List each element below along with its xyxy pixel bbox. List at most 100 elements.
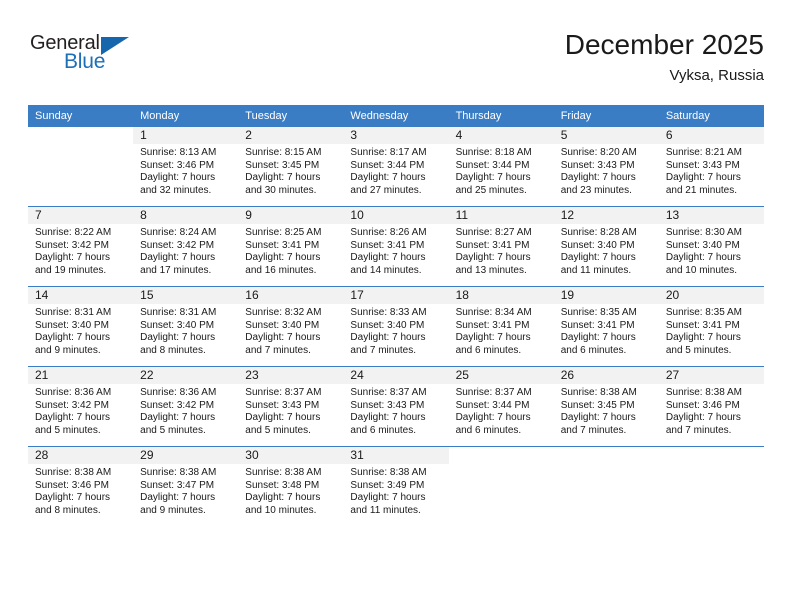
day-detail-daylight-line2: and 17 minutes. (140, 264, 212, 276)
calendar-day-cell[interactable]: 10 Sunrise: 8:26 AM Sunset: 3:41 PM Dayligh… (343, 206, 449, 287)
day-detail-sunset: Sunset: 3:41 PM (665, 319, 740, 331)
day-details: Sunrise: 8:33 AM Sunset: 3:40 PM Daylight:… (343, 304, 448, 357)
calendar-day-cell[interactable]: 28 Sunrise: 8:38 AM Sunset: 3:46 PM Dayligh… (28, 446, 134, 526)
day-number: 5 (553, 127, 659, 144)
calendar-day-cell[interactable]: 23 Sunrise: 8:37 AM Sunset: 3:43 PM Dayligh… (238, 366, 344, 447)
calendar-body: 1 Sunrise: 8:13 AM Sunset: 3:46 PM Daylight… (28, 127, 764, 526)
calendar-day-cell[interactable]: 8 Sunrise: 8:24 AM Sunset: 3:42 PM Daylight… (133, 206, 239, 287)
day-cell-inner (659, 447, 764, 526)
day-number: 8 (133, 207, 239, 224)
day-number: 16 (238, 287, 344, 304)
calendar-day-cell[interactable]: 4 Sunrise: 8:18 AM Sunset: 3:44 PM Daylight… (448, 127, 554, 207)
calendar-day-cell[interactable]: 5 Sunrise: 8:20 AM Sunset: 3:43 PM Daylight… (553, 127, 659, 207)
day-number: 13 (658, 207, 764, 224)
day-cell-inner: 17 Sunrise: 8:33 AM Sunset: 3:40 PM Dayligh… (343, 287, 449, 366)
day-detail-sunrise: Sunrise: 8:38 AM (35, 467, 112, 478)
day-detail-daylight-line2: and 7 minutes. (245, 344, 311, 356)
calendar-day-cell[interactable]: 25 Sunrise: 8:37 AM Sunset: 3:44 PM Dayligh… (448, 366, 554, 447)
calendar-day-cell[interactable]: 14 Sunrise: 8:31 AM Sunset: 3:40 PM Dayligh… (28, 286, 134, 367)
general-blue-logo[interactable]: General Blue (28, 32, 228, 88)
day-details: Sunrise: 8:37 AM Sunset: 3:43 PM Daylight:… (238, 384, 343, 437)
calendar-day-cell[interactable]: 18 Sunrise: 8:34 AM Sunset: 3:41 PM Dayligh… (448, 286, 554, 367)
day-details (449, 464, 554, 467)
day-detail-sunrise: Sunrise: 8:28 AM (560, 227, 637, 238)
day-detail-sunset: Sunset: 3:42 PM (140, 239, 215, 251)
day-detail-sunrise: Sunrise: 8:37 AM (455, 387, 532, 398)
day-cell-inner: 24 Sunrise: 8:37 AM Sunset: 3:43 PM Dayligh… (343, 367, 449, 446)
day-detail-daylight-line1: Daylight: 7 hours (455, 252, 531, 264)
calendar-day-cell[interactable]: 29 Sunrise: 8:38 AM Sunset: 3:47 PM Dayligh… (133, 446, 239, 526)
day-detail-sunrise: Sunrise: 8:37 AM (350, 387, 427, 398)
day-detail-daylight-line1: Daylight: 7 hours (140, 332, 216, 344)
day-details: Sunrise: 8:28 AM Sunset: 3:40 PM Daylight:… (554, 224, 659, 277)
day-detail-sunset: Sunset: 3:41 PM (560, 319, 635, 331)
day-detail-daylight-line1: Daylight: 7 hours (35, 332, 111, 344)
calendar-week-row: 7 Sunrise: 8:22 AM Sunset: 3:42 PM Daylight… (28, 206, 764, 287)
calendar-day-cell[interactable]: 12 Sunrise: 8:28 AM Sunset: 3:40 PM Dayligh… (553, 206, 659, 287)
weekday-header-monday: Monday (133, 105, 239, 127)
day-cell-inner: 28 Sunrise: 8:38 AM Sunset: 3:46 PM Dayligh… (28, 447, 134, 526)
day-number: 2 (238, 127, 344, 144)
calendar-day-cell[interactable]: 3 Sunrise: 8:17 AM Sunset: 3:44 PM Daylight… (343, 127, 449, 207)
day-detail-daylight-line1: Daylight: 7 hours (140, 492, 216, 504)
day-cell-inner: 23 Sunrise: 8:37 AM Sunset: 3:43 PM Dayligh… (238, 367, 344, 446)
day-cell-inner: 5 Sunrise: 8:20 AM Sunset: 3:43 PM Daylight… (553, 127, 659, 206)
day-number: 11 (448, 207, 554, 224)
calendar-day-cell[interactable]: 15 Sunrise: 8:31 AM Sunset: 3:40 PM Dayligh… (133, 286, 239, 367)
calendar-day-cell[interactable]: 9 Sunrise: 8:25 AM Sunset: 3:41 PM Daylight… (238, 206, 344, 287)
calendar-day-cell[interactable]: 17 Sunrise: 8:33 AM Sunset: 3:40 PM Dayligh… (343, 286, 449, 367)
day-details: Sunrise: 8:38 AM Sunset: 3:46 PM Daylight:… (659, 384, 764, 437)
day-number: 3 (343, 127, 449, 144)
day-cell-inner: 6 Sunrise: 8:21 AM Sunset: 3:43 PM Daylight… (658, 127, 764, 206)
calendar-day-cell[interactable]: 16 Sunrise: 8:32 AM Sunset: 3:40 PM Dayligh… (238, 286, 344, 367)
day-detail-sunrise: Sunrise: 8:25 AM (245, 227, 322, 238)
calendar-day-cell[interactable]: 31 Sunrise: 8:38 AM Sunset: 3:49 PM Dayligh… (343, 446, 449, 526)
day-detail-daylight-line1: Daylight: 7 hours (665, 252, 741, 264)
calendar-day-cell[interactable]: 11 Sunrise: 8:27 AM Sunset: 3:41 PM Dayligh… (448, 206, 554, 287)
day-detail-sunset: Sunset: 3:44 PM (350, 159, 425, 171)
day-cell-inner: 7 Sunrise: 8:22 AM Sunset: 3:42 PM Daylight… (28, 207, 134, 286)
day-detail-sunrise: Sunrise: 8:38 AM (350, 467, 427, 478)
calendar-day-cell[interactable]: 27 Sunrise: 8:38 AM Sunset: 3:46 PM Dayligh… (658, 366, 764, 447)
day-detail-daylight-line2: and 7 minutes. (350, 344, 417, 356)
calendar-day-cell[interactable]: 30 Sunrise: 8:38 AM Sunset: 3:48 PM Dayligh… (238, 446, 344, 526)
day-detail-daylight-line1: Daylight: 7 hours (560, 172, 636, 184)
calendar-day-cell[interactable]: 21 Sunrise: 8:36 AM Sunset: 3:42 PM Dayligh… (28, 366, 134, 447)
day-detail-sunset: Sunset: 3:41 PM (245, 239, 320, 251)
day-detail-sunrise: Sunrise: 8:21 AM (665, 147, 742, 158)
day-details: Sunrise: 8:31 AM Sunset: 3:40 PM Daylight:… (28, 304, 133, 357)
day-details: Sunrise: 8:37 AM Sunset: 3:43 PM Daylight:… (343, 384, 448, 437)
calendar-day-cell[interactable]: 20 Sunrise: 8:35 AM Sunset: 3:41 PM Dayligh… (658, 286, 764, 367)
day-detail-sunset: Sunset: 3:46 PM (665, 399, 740, 411)
day-details: Sunrise: 8:17 AM Sunset: 3:44 PM Daylight:… (343, 144, 448, 197)
day-detail-sunrise: Sunrise: 8:30 AM (665, 227, 742, 238)
day-details (659, 464, 764, 467)
day-detail-sunset: Sunset: 3:47 PM (140, 479, 215, 491)
calendar-day-cell[interactable]: 26 Sunrise: 8:38 AM Sunset: 3:45 PM Dayligh… (553, 366, 659, 447)
day-detail-daylight-line2: and 5 minutes. (140, 424, 206, 436)
calendar-day-cell[interactable]: 6 Sunrise: 8:21 AM Sunset: 3:43 PM Daylight… (658, 127, 764, 207)
calendar-day-cell[interactable]: 13 Sunrise: 8:30 AM Sunset: 3:40 PM Dayligh… (658, 206, 764, 287)
day-details: Sunrise: 8:35 AM Sunset: 3:41 PM Daylight:… (659, 304, 764, 357)
day-number: 1 (133, 127, 239, 144)
calendar-day-cell[interactable]: 24 Sunrise: 8:37 AM Sunset: 3:43 PM Dayligh… (343, 366, 449, 447)
calendar-day-cell[interactable]: 7 Sunrise: 8:22 AM Sunset: 3:42 PM Daylight… (28, 206, 134, 287)
calendar-week-row: 14 Sunrise: 8:31 AM Sunset: 3:40 PM Dayligh… (28, 286, 764, 367)
day-number: 4 (448, 127, 554, 144)
day-cell-inner: 1 Sunrise: 8:13 AM Sunset: 3:46 PM Daylight… (133, 127, 239, 206)
day-detail-sunset: Sunset: 3:48 PM (245, 479, 320, 491)
day-detail-sunset: Sunset: 3:43 PM (560, 159, 635, 171)
calendar-cell-empty (448, 446, 554, 526)
day-detail-daylight-line2: and 8 minutes. (140, 344, 206, 356)
calendar-day-cell[interactable]: 2 Sunrise: 8:15 AM Sunset: 3:45 PM Daylight… (238, 127, 344, 207)
calendar-day-cell[interactable]: 19 Sunrise: 8:35 AM Sunset: 3:41 PM Dayligh… (553, 286, 659, 367)
calendar-day-cell[interactable]: 1 Sunrise: 8:13 AM Sunset: 3:46 PM Daylight… (133, 127, 239, 207)
weekday-header-sunday: Sunday (28, 105, 134, 127)
calendar-day-cell[interactable]: 22 Sunrise: 8:36 AM Sunset: 3:42 PM Dayligh… (133, 366, 239, 447)
day-detail-daylight-line2: and 30 minutes. (245, 184, 317, 196)
weekday-header-wednesday: Wednesday (343, 105, 449, 127)
day-number: 6 (658, 127, 764, 144)
day-detail-daylight-line2: and 6 minutes. (350, 424, 417, 436)
day-number: 31 (343, 447, 449, 464)
day-detail-daylight-line1: Daylight: 7 hours (665, 172, 741, 184)
